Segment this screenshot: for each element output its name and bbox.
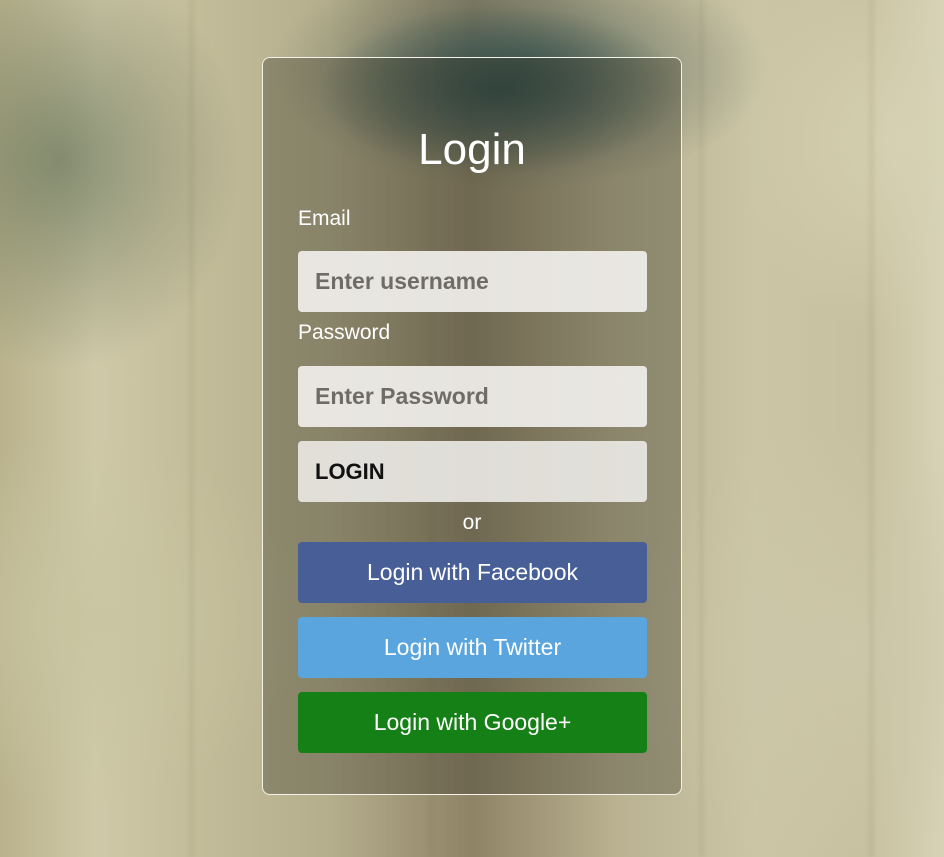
login-facebook-button[interactable]: Login with Facebook xyxy=(298,542,647,603)
or-divider-text: or xyxy=(462,511,482,534)
email-label: Email xyxy=(298,207,351,230)
login-button[interactable]: LOGIN xyxy=(298,441,647,502)
login-twitter-button[interactable]: Login with Twitter xyxy=(298,617,647,678)
password-field[interactable] xyxy=(298,366,647,427)
wood-plank-line xyxy=(700,0,703,857)
email-field[interactable] xyxy=(298,251,647,312)
wood-plank-line xyxy=(870,0,873,857)
login-card: Login Email Password LOGIN or Login with… xyxy=(262,57,682,795)
wood-plank-line xyxy=(190,0,193,857)
login-google-button[interactable]: Login with Google+ xyxy=(298,692,647,753)
login-title: Login xyxy=(418,125,526,174)
password-label: Password xyxy=(298,321,391,344)
